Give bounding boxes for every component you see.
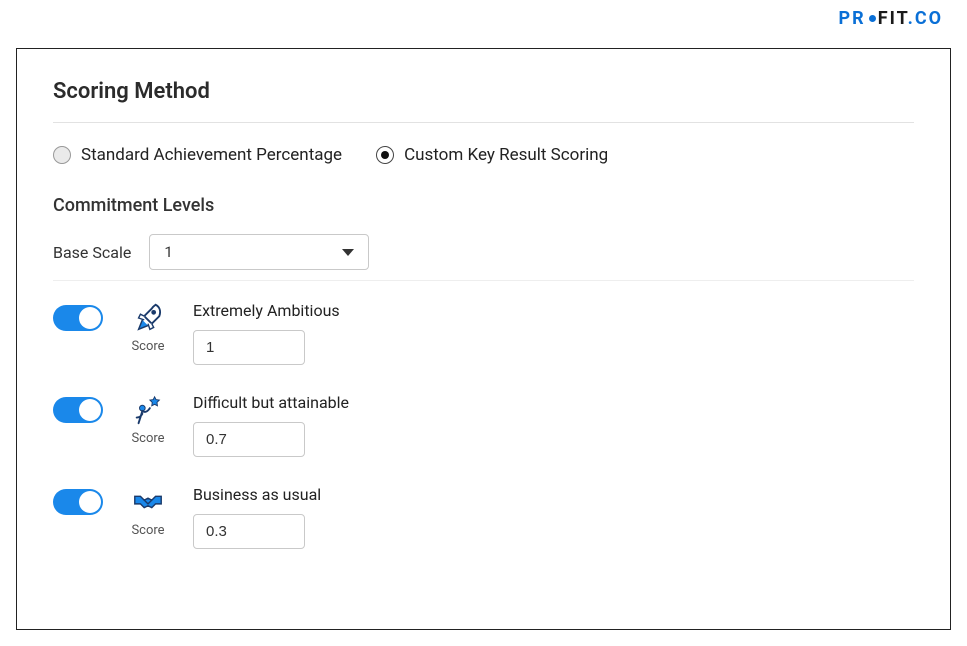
score-label: Score (131, 431, 164, 446)
score-input[interactable] (193, 330, 305, 365)
commitment-level-row: Score Difficult but attainable (53, 393, 914, 457)
score-label: Score (131, 339, 164, 354)
option-label: Custom Key Result Scoring (404, 145, 608, 165)
level-text: Extremely Ambitious (193, 301, 340, 365)
handshake-icon (130, 485, 166, 519)
chevron-down-icon (342, 249, 354, 256)
toggle-knob-icon (79, 399, 101, 421)
brand-logo: PRFIT.CO (839, 8, 943, 29)
score-label: Score (131, 523, 164, 538)
level-title: Business as usual (193, 485, 321, 504)
level-icon-cell: Score (125, 393, 171, 446)
commitment-levels-heading: Commitment Levels (53, 195, 914, 216)
base-scale-select[interactable]: 1 (149, 234, 369, 270)
score-input[interactable] (193, 514, 305, 549)
scoring-method-options: Standard Achievement Percentage Custom K… (53, 145, 914, 165)
toggle-knob-icon (79, 307, 101, 329)
divider (53, 280, 914, 281)
radio-checked-icon (376, 146, 394, 164)
level-title: Difficult but attainable (193, 393, 349, 412)
toggle-knob-icon (79, 491, 101, 513)
level-toggle[interactable] (53, 305, 103, 331)
reaching-star-icon (130, 393, 166, 427)
option-label: Standard Achievement Percentage (81, 145, 342, 165)
score-input[interactable] (193, 422, 305, 457)
level-text: Business as usual (193, 485, 321, 549)
base-scale-row: Base Scale 1 (53, 234, 914, 270)
scoring-method-panel: Scoring Method Standard Achievement Perc… (16, 48, 951, 630)
level-title: Extremely Ambitious (193, 301, 340, 320)
rocket-icon (130, 301, 166, 335)
base-scale-label: Base Scale (53, 243, 131, 262)
base-scale-value: 1 (164, 243, 172, 261)
option-custom-key-result[interactable]: Custom Key Result Scoring (376, 145, 608, 165)
level-text: Difficult but attainable (193, 393, 349, 457)
page-title: Scoring Method (53, 79, 914, 104)
commitment-level-row: Score Extremely Ambitious (53, 301, 914, 365)
divider (53, 122, 914, 123)
level-toggle[interactable] (53, 397, 103, 423)
level-icon-cell: Score (125, 485, 171, 538)
option-standard-achievement[interactable]: Standard Achievement Percentage (53, 145, 342, 165)
commitment-level-row: Score Business as usual (53, 485, 914, 549)
radio-unchecked-icon (53, 146, 71, 164)
level-toggle[interactable] (53, 489, 103, 515)
level-icon-cell: Score (125, 301, 171, 354)
